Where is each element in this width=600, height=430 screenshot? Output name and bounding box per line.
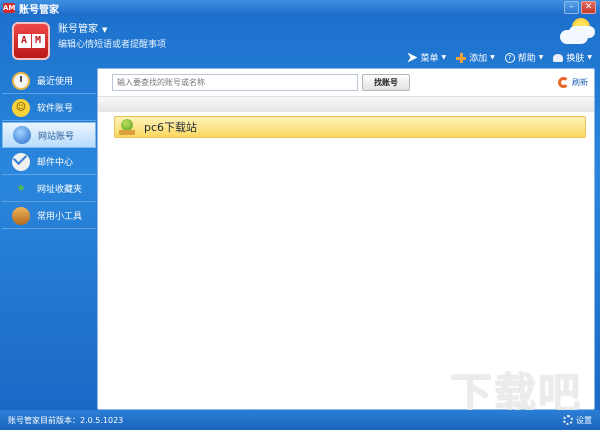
- sidebar-item-software-accounts[interactable]: ☺ 软件账号: [2, 95, 96, 121]
- refresh-icon: [558, 77, 569, 88]
- sidebar: 最近使用 ☺ 软件账号 网站账号 邮件中心 ★ 网址收藏夹 常用小工具: [2, 68, 96, 410]
- menu-label: 菜单: [420, 54, 439, 64]
- user-name: 账号管家: [58, 24, 98, 35]
- chevron-down-icon: ▼: [538, 54, 544, 61]
- app-logo: A M: [12, 22, 50, 60]
- account-list-item[interactable]: pc6下载站: [114, 116, 586, 138]
- main-panel: 找账号 刷新 pc6下载站: [97, 68, 595, 410]
- chevron-down-icon: ▼: [102, 26, 108, 34]
- status-bar: 账号管家目前版本：2.0.5.1023 设置: [0, 410, 600, 430]
- user-name-dropdown[interactable]: 账号管家 ▼: [58, 20, 107, 35]
- toolbox-icon: [12, 206, 30, 225]
- find-account-button[interactable]: 找账号: [362, 74, 410, 91]
- clock-icon: [12, 71, 30, 90]
- cloud-icon: [560, 30, 588, 44]
- refresh-label: 刷新: [572, 78, 588, 87]
- site-icon: [118, 118, 136, 136]
- sidebar-item-label: 网站账号: [38, 131, 75, 142]
- weather-icon[interactable]: [560, 18, 592, 48]
- title-bar: AM 账号管家 – ✕: [0, 0, 600, 16]
- chevron-down-icon: ▼: [441, 54, 447, 61]
- search-bar: 找账号: [112, 74, 410, 91]
- version-text: 账号管家目前版本：2.0.5.1023: [8, 415, 124, 425]
- skin-label: 换肤: [566, 54, 585, 64]
- minimize-button[interactable]: –: [564, 1, 579, 14]
- skin-icon: [553, 53, 564, 62]
- sidebar-item-bookmarks[interactable]: ★ 网址收藏夹: [2, 176, 96, 202]
- add-button[interactable]: 添加 ▼: [456, 51, 495, 64]
- sidebar-item-website-accounts[interactable]: 网站账号: [2, 122, 96, 148]
- sidebar-item-label: 常用小工具: [37, 212, 83, 222]
- chevron-down-icon: ▼: [587, 54, 592, 61]
- list-header: [98, 96, 594, 112]
- settings-button[interactable]: 设置: [563, 415, 592, 426]
- skin-button[interactable]: 换肤 ▼: [553, 51, 592, 64]
- sidebar-item-label: 邮件中心: [37, 158, 74, 168]
- sidebar-item-tools[interactable]: 常用小工具: [2, 203, 96, 229]
- globe-hand-icon: [13, 126, 31, 144]
- app-icon: AM: [3, 3, 16, 13]
- window-controls: – ✕: [564, 1, 596, 14]
- toolbar: 菜单 ▼ 添加 ▼ ? 帮助 ▼ 换肤 ▼: [407, 51, 592, 64]
- window-title: 账号管家: [19, 4, 59, 16]
- chevron-down-icon: ▼: [490, 54, 495, 61]
- help-label: 帮助: [517, 54, 536, 64]
- sidebar-item-label: 网址收藏夹: [37, 185, 83, 195]
- settings-label: 设置: [576, 415, 592, 425]
- logo-letter-m: M: [31, 34, 45, 48]
- star-icon: ★: [16, 183, 26, 194]
- sidebar-item-label: 软件账号: [37, 104, 74, 114]
- header: A M 账号管家 ▼ 编辑心情短语或者提醒事项 菜单 ▼ 添加 ▼ ? 帮助 ▼…: [0, 16, 600, 68]
- app-window: AM 账号管家 – ✕ A M 账号管家 ▼ 编辑心情短语或者提醒事项 菜单 ▼: [0, 0, 600, 430]
- sidebar-item-recent[interactable]: 最近使用: [2, 68, 96, 94]
- sidebar-item-label: 最近使用: [37, 77, 74, 87]
- close-button[interactable]: ✕: [581, 1, 596, 14]
- account-name: pc6下载站: [144, 121, 198, 134]
- menu-icon: [407, 52, 418, 63]
- help-button[interactable]: ? 帮助 ▼: [504, 51, 544, 64]
- gear-icon: [563, 415, 573, 425]
- add-label: 添加: [469, 54, 488, 64]
- sidebar-item-mail-center[interactable]: 邮件中心: [2, 149, 96, 175]
- smiley-icon: ☺: [12, 98, 30, 117]
- search-input[interactable]: [112, 74, 358, 91]
- mail-icon: [12, 152, 30, 171]
- plus-icon: [456, 52, 467, 63]
- help-icon: ?: [504, 52, 515, 63]
- menu-button[interactable]: 菜单 ▼: [407, 51, 446, 64]
- logo-letter-a: A: [17, 34, 31, 48]
- signature-text[interactable]: 编辑心情短语或者提醒事项: [58, 37, 166, 50]
- refresh-button[interactable]: 刷新: [558, 77, 588, 88]
